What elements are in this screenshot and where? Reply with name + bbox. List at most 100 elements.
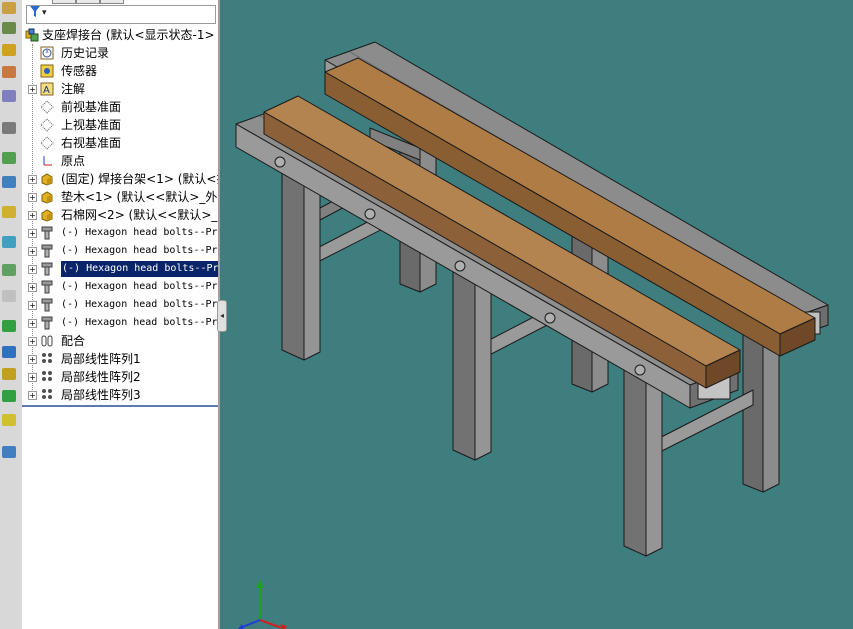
tree-item[interactable]: 原点 (22, 152, 218, 170)
filter-dropdown-icon[interactable]: ▾ (42, 8, 47, 18)
tree-end-separator (22, 405, 218, 407)
part-icon (40, 208, 54, 222)
tree-item[interactable]: + (固定) 焊接台架<1> (默认<排 (22, 170, 218, 188)
feature-manager-tree: ▾ 支座焊接台 (默认<显示状态-1> 历史记录传感器 + A 注解前视基准面上视基准… (22, 0, 220, 629)
tree-item[interactable]: 前视基准面 (22, 98, 218, 116)
tool-icon[interactable] (2, 2, 16, 14)
tool-icon[interactable] (2, 176, 16, 188)
tool-icon[interactable] (2, 236, 16, 248)
expand-icon[interactable]: + (28, 265, 37, 274)
tree-item[interactable]: 历史记录 (22, 44, 218, 62)
tool-icon[interactable] (2, 152, 16, 164)
tree-item-label: 局部线性阵列2 (61, 370, 141, 384)
tree-root[interactable]: 支座焊接台 (默认<显示状态-1> (22, 26, 218, 44)
tool-icon[interactable] (2, 290, 16, 302)
expand-icon[interactable]: + (28, 337, 37, 346)
command-toolbar (0, 0, 23, 629)
tool-icon[interactable] (2, 44, 16, 56)
tree-item[interactable]: + (-) Hexagon head bolts--Pr (22, 242, 218, 260)
axis-triad-icon (237, 580, 287, 629)
tree-item-label: 传感器 (61, 64, 98, 78)
bolt-icon (40, 262, 54, 276)
tool-icon[interactable] (2, 368, 16, 380)
tree-item[interactable]: + (-) Hexagon head bolts--Pr (22, 278, 218, 296)
tree-item[interactable]: + (-) Hexagon head bolts--Pr (22, 296, 218, 314)
welding-table-model (235, 41, 829, 557)
pattern-icon (40, 352, 54, 366)
tree-item-label: 前视基准面 (61, 100, 122, 114)
tool-icon[interactable] (2, 346, 16, 358)
expand-icon[interactable]: + (28, 175, 37, 184)
tool-icon[interactable] (2, 264, 16, 276)
history-icon (40, 46, 54, 60)
annotation-icon: A (40, 82, 54, 96)
bolt-icon (40, 280, 54, 294)
graphics-viewport[interactable] (220, 0, 853, 629)
tool-icon[interactable] (2, 22, 16, 34)
filter-input[interactable]: ▾ (26, 5, 216, 24)
plane-icon (40, 118, 54, 132)
tree-item[interactable]: + (-) Hexagon head bolts--Pr (22, 260, 218, 278)
tree-item-label: (-) Hexagon head bolts--Pr (61, 227, 218, 238)
tree-item[interactable]: + 局部线性阵列1 (22, 350, 218, 368)
tool-icon[interactable] (2, 122, 16, 134)
expand-icon[interactable]: + (28, 193, 37, 202)
expand-icon[interactable]: + (28, 391, 37, 400)
tree-item-label: (-) Hexagon head bolts--Pr (61, 261, 218, 277)
bolt-icon (40, 316, 54, 330)
tab-property-manager[interactable] (76, 0, 100, 4)
tree-root-label: 支座焊接台 (默认<显示状态-1> (42, 28, 215, 42)
expand-icon[interactable]: + (28, 355, 37, 364)
tree-item-label: 注解 (61, 82, 86, 96)
tree-item[interactable]: + (-) Hexagon head bolts--Pr (22, 314, 218, 332)
bolt-icon (40, 226, 54, 240)
tree-item-label: (-) Hexagon head bolts--Pr (61, 245, 218, 256)
expand-icon[interactable]: + (28, 319, 37, 328)
expand-icon[interactable]: + (28, 373, 37, 382)
tree-item-label: 历史记录 (61, 46, 110, 60)
part-icon (40, 190, 54, 204)
tree-item-label: 局部线性阵列1 (61, 352, 141, 366)
expand-icon[interactable]: + (28, 229, 37, 238)
pattern-icon (40, 388, 54, 402)
assembly-icon (25, 28, 39, 42)
tree-item[interactable]: + 局部线性阵列3 (22, 386, 218, 404)
tool-icon[interactable] (2, 414, 16, 426)
tree-item[interactable]: 传感器 (22, 62, 218, 80)
tree-item[interactable]: + 局部线性阵列2 (22, 368, 218, 386)
tree-item[interactable]: 右视基准面 (22, 134, 218, 152)
mates-icon (40, 334, 54, 348)
tree-item-label: 右视基准面 (61, 136, 122, 150)
plane-icon (40, 136, 54, 150)
tree-item[interactable]: 上视基准面 (22, 116, 218, 134)
tree-item[interactable]: + (-) Hexagon head bolts--Pr (22, 224, 218, 242)
tree-item[interactable]: + 垫木<1> (默认<<默认>_外观 (22, 188, 218, 206)
tree-item-label: 上视基准面 (61, 118, 122, 132)
bolt-icon (40, 298, 54, 312)
tool-icon[interactable] (2, 320, 16, 332)
tool-icon[interactable] (2, 390, 16, 402)
tree-item[interactable]: + A 注解 (22, 80, 218, 98)
tab-feature-manager[interactable] (52, 0, 76, 4)
tool-icon[interactable] (2, 90, 16, 102)
tool-icon[interactable] (2, 206, 16, 218)
expand-icon[interactable]: + (28, 211, 37, 220)
tree-item[interactable]: + 配合 (22, 332, 218, 350)
expand-icon[interactable]: + (28, 301, 37, 310)
part-icon (40, 172, 54, 186)
tree-item[interactable]: + 石棉网<2> (默认<<默认>_外观 (22, 206, 218, 224)
tree-item-label: (固定) 焊接台架<1> (默认<排 (61, 172, 220, 186)
expand-icon[interactable]: + (28, 85, 37, 94)
svg-text:A: A (43, 85, 50, 96)
expand-icon[interactable]: + (28, 283, 37, 292)
tree-item-label: (-) Hexagon head bolts--Pr (61, 281, 218, 292)
expand-icon[interactable]: + (28, 247, 37, 256)
tree-item-label: (-) Hexagon head bolts--Pr (61, 317, 218, 328)
bolt-icon (40, 244, 54, 258)
filter-icon[interactable] (30, 6, 40, 20)
sensor-icon (40, 64, 54, 78)
tree-item-label: (-) Hexagon head bolts--Pr (61, 299, 218, 310)
tab-configuration-manager[interactable] (100, 0, 124, 4)
tool-icon[interactable] (2, 446, 16, 458)
tool-icon[interactable] (2, 66, 16, 78)
